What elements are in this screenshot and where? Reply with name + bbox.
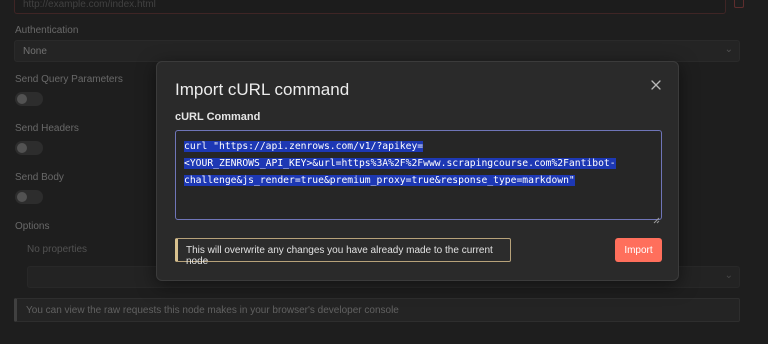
curl-line: <YOUR_ZENROWS_API_KEY>&url=https%3A%2F%2… bbox=[184, 158, 616, 169]
curl-line: challenge&js_render=true&premium_proxy=t… bbox=[184, 175, 575, 186]
import-curl-dialog: Import cURL command cURL Command curl "h… bbox=[156, 61, 679, 281]
overwrite-warning: This will overwrite any changes you have… bbox=[175, 238, 511, 267]
resize-handle-icon[interactable] bbox=[653, 211, 660, 224]
curl-command-textarea[interactable]: curl "https://api.zenrows.com/v1/?apikey… bbox=[175, 130, 662, 220]
close-icon[interactable] bbox=[650, 79, 662, 91]
curl-line: curl "https://api.zenrows.com/v1/?apikey… bbox=[184, 141, 424, 152]
dialog-title: Import cURL command bbox=[175, 80, 350, 99]
curl-command-label: cURL Command bbox=[175, 111, 261, 123]
import-button[interactable]: Import bbox=[615, 238, 662, 262]
